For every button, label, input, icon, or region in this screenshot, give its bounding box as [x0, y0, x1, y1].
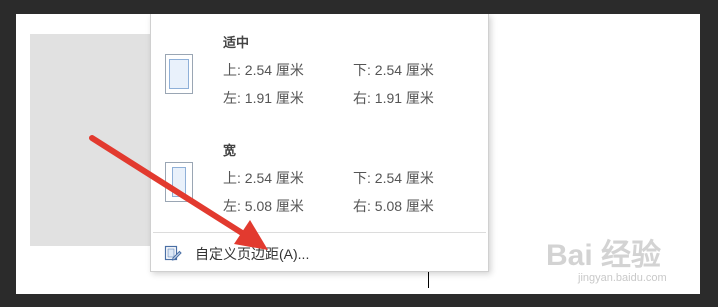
red-arrow [89, 135, 268, 250]
